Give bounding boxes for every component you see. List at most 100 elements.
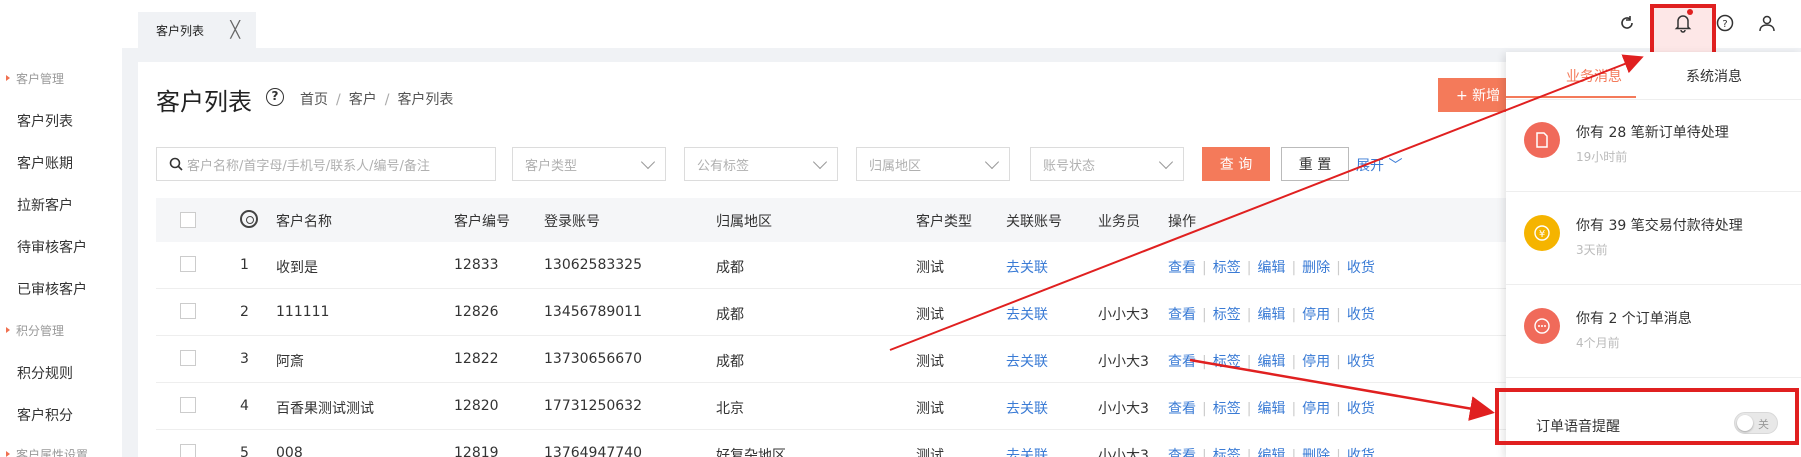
sidebar-item-reviewed[interactable]: 已审核客户 (17, 279, 87, 299)
receive-link[interactable]: 收货 (1347, 260, 1375, 276)
row-ops: 查看 | 标签 | 编辑 | 删除 | 收货 (1168, 445, 1375, 457)
view-link[interactable]: 查看 (1168, 448, 1196, 457)
chevron-down-icon (1158, 154, 1174, 170)
notification-item[interactable]: 你有 2 个订单消息 4个月前 (1506, 286, 1801, 378)
row-link-account[interactable]: 去关联 (1006, 351, 1048, 371)
row-name: 008 (276, 445, 303, 457)
breadcrumb-current: 客户列表 (397, 92, 454, 108)
receive-link[interactable]: 收货 (1347, 401, 1375, 417)
view-link[interactable]: 查看 (1168, 307, 1196, 323)
active-tab-underline (1506, 96, 1636, 98)
notification-time: 3天前 (1576, 243, 1608, 257)
close-icon[interactable]: ╳ (230, 20, 240, 39)
disable-link[interactable]: 停用 (1302, 307, 1330, 323)
view-link[interactable]: 查看 (1168, 401, 1196, 417)
tab-business-messages[interactable]: 业务消息 (1566, 66, 1622, 86)
tab-customer-list[interactable]: 客户列表 ╳ (138, 12, 256, 48)
row-checkbox[interactable] (180, 350, 196, 366)
disable-link[interactable]: 停用 (1302, 354, 1330, 370)
expand-label: 展开 (1356, 158, 1384, 174)
help-icon[interactable]: ? (266, 88, 284, 106)
row-link-account[interactable]: 去关联 (1006, 257, 1048, 277)
breadcrumb-customer[interactable]: 客户 (349, 92, 377, 108)
row-account: 17731250632 (544, 398, 642, 414)
header-code: 客户编号 (454, 214, 510, 230)
delete-link[interactable]: 删除 (1302, 448, 1330, 457)
row-account: 13730656670 (544, 351, 642, 367)
view-link[interactable]: 查看 (1168, 354, 1196, 370)
row-link-account[interactable]: 去关联 (1006, 398, 1048, 418)
svg-text:¥: ¥ (1539, 229, 1545, 240)
customer-type-placeholder: 客户类型 (525, 158, 578, 174)
table-row: 2 111111 12826 13456789011 成都 测试 去关联 小小大… (156, 289, 1518, 336)
receive-link[interactable]: 收货 (1347, 354, 1375, 370)
voice-highlight-box (1495, 388, 1799, 445)
row-region: 成都 (716, 354, 744, 370)
edit-link[interactable]: 编辑 (1257, 401, 1285, 417)
view-link[interactable]: 查看 (1168, 260, 1196, 276)
tag-link[interactable]: 标签 (1213, 307, 1241, 323)
header-region: 归属地区 (716, 214, 772, 230)
tag-link[interactable]: 标签 (1213, 448, 1241, 457)
sidebar-group-customer[interactable]: 客户管理 (5, 70, 64, 87)
select-all-checkbox[interactable] (180, 212, 196, 228)
tab-system-messages[interactable]: 系统消息 (1686, 66, 1742, 86)
row-name: 阿斎 (276, 354, 304, 370)
row-link-account[interactable]: 去关联 (1006, 445, 1048, 457)
notification-time: 4个月前 (1576, 336, 1620, 350)
tag-link[interactable]: 标签 (1213, 401, 1241, 417)
expand-filters-link[interactable]: 展开 ﹀ (1356, 155, 1402, 175)
row-checkbox[interactable] (180, 397, 196, 413)
receive-link[interactable]: 收货 (1347, 448, 1375, 457)
row-account: 13062583325 (544, 257, 642, 273)
reset-button[interactable]: 重 置 (1281, 147, 1349, 181)
account-status-select[interactable]: 账号状态 (1030, 147, 1184, 181)
sidebar-item-customer-points[interactable]: 客户积分 (17, 405, 73, 425)
yen-icon: ¥ (1524, 215, 1560, 251)
notification-item[interactable]: 你有 28 笔新订单待处理 19小时前 (1506, 100, 1801, 192)
tag-link[interactable]: 标签 (1213, 260, 1241, 276)
sidebar-item-points-rules[interactable]: 积分规则 (17, 363, 73, 383)
column-settings-icon[interactable] (240, 210, 258, 228)
row-code: 12819 (454, 445, 499, 457)
edit-link[interactable]: 编辑 (1257, 448, 1285, 457)
sidebar-item-customer-list[interactable]: 客户列表 (17, 111, 73, 131)
public-tag-select[interactable]: 公有标签 (684, 147, 838, 181)
sidebar-group-points[interactable]: 积分管理 (5, 322, 64, 339)
customer-type-select[interactable]: 客户类型 (512, 147, 666, 181)
tag-link[interactable]: 标签 (1213, 354, 1241, 370)
query-button[interactable]: 查 询 (1202, 147, 1270, 181)
help-circle-icon[interactable]: ? (1710, 10, 1740, 36)
delete-link[interactable]: 删除 (1302, 260, 1330, 276)
row-checkbox[interactable] (180, 303, 196, 319)
row-link-account[interactable]: 去关联 (1006, 304, 1048, 324)
row-name: 百香果测试测试 (276, 401, 374, 417)
refresh-icon[interactable] (1612, 10, 1642, 36)
edit-link[interactable]: 编辑 (1257, 354, 1285, 370)
sidebar-item-pending-review[interactable]: 待审核客户 (17, 237, 87, 257)
account-status-placeholder: 账号状态 (1043, 158, 1096, 174)
header-type: 客户类型 (916, 214, 972, 230)
row-name: 收到是 (276, 260, 318, 276)
search-placeholder: 客户名称/首字母/手机号/联系人/编号/备注 (187, 158, 430, 174)
edit-link[interactable]: 编辑 (1257, 260, 1285, 276)
row-region: 成都 (716, 307, 744, 323)
bell-icon[interactable] (1668, 9, 1698, 36)
row-type: 测试 (916, 448, 944, 457)
search-input[interactable]: 客户名称/首字母/手机号/联系人/编号/备注 (156, 147, 496, 181)
sidebar-group-attributes[interactable]: 客户属性设置 (5, 446, 88, 457)
sidebar-item-customer-credit[interactable]: 客户账期 (17, 153, 73, 173)
disable-link[interactable]: 停用 (1302, 401, 1330, 417)
row-account: 13764947740 (544, 445, 642, 457)
receive-link[interactable]: 收货 (1347, 307, 1375, 323)
public-tag-placeholder: 公有标签 (697, 158, 750, 174)
sidebar-item-new-customers[interactable]: 拉新客户 (17, 195, 73, 215)
user-icon[interactable] (1752, 10, 1782, 36)
notification-item[interactable]: ¥ 你有 39 笔交易付款待处理 3天前 (1506, 193, 1801, 285)
page-title: 客户列表 (156, 88, 252, 116)
region-select[interactable]: 归属地区 (856, 147, 1010, 181)
row-checkbox[interactable] (180, 444, 196, 457)
row-checkbox[interactable] (180, 256, 196, 272)
breadcrumb-home[interactable]: 首页 (300, 92, 328, 108)
edit-link[interactable]: 编辑 (1257, 307, 1285, 323)
